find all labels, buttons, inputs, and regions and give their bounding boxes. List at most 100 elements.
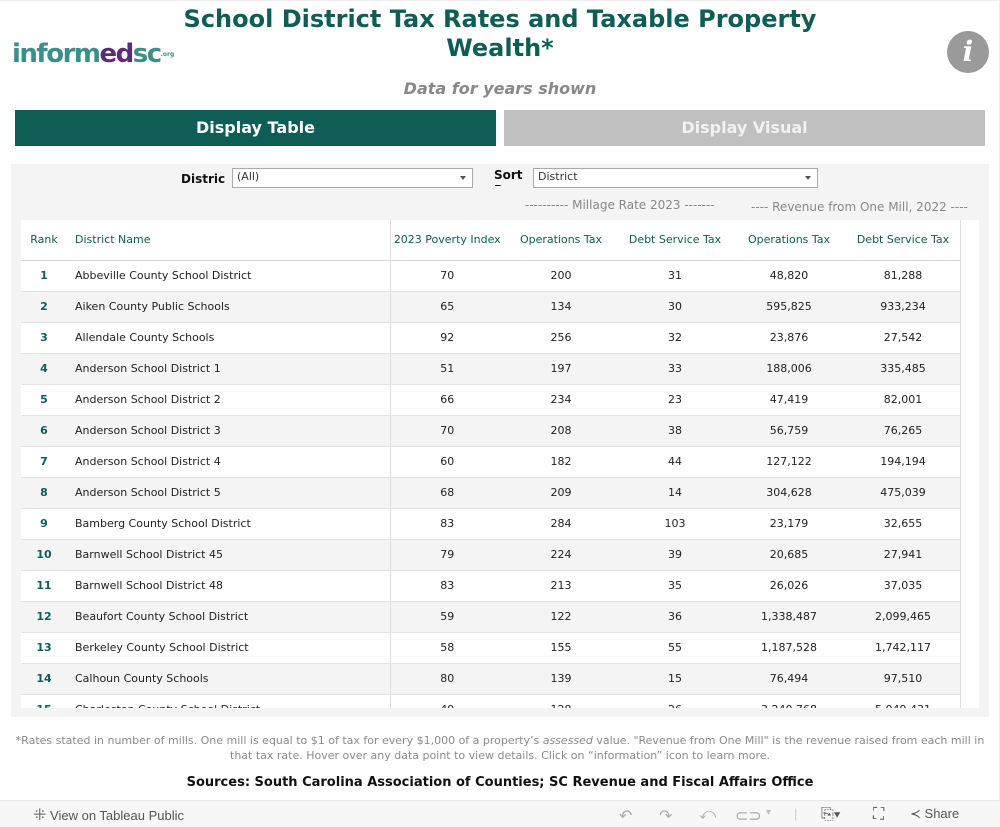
column-header-rank[interactable]: Rank: [21, 220, 67, 261]
cell-millage-debt-service-tax[interactable]: 44: [618, 446, 732, 478]
download-icon[interactable]: ⎘▾: [821, 806, 841, 824]
cell-revenue-operations-tax[interactable]: 23,179: [732, 508, 846, 540]
cell-millage-operations-tax[interactable]: 200: [504, 260, 618, 292]
column-header-revenue-operations-tax[interactable]: Operations Tax: [732, 220, 846, 261]
table-row[interactable]: 6 Anderson School District 3 70 208 38 56,759…: [21, 415, 960, 447]
cell-poverty-index[interactable]: 70: [390, 415, 504, 447]
cell-district-name[interactable]: Barnwell School District 45: [67, 539, 391, 571]
cell-millage-debt-service-tax[interactable]: 31: [618, 260, 732, 292]
sort-by-dropdown[interactable]: District: [533, 168, 818, 188]
cell-revenue-debt-service-tax[interactable]: 5,049,431: [846, 694, 960, 708]
cell-millage-debt-service-tax[interactable]: 55: [618, 632, 732, 664]
cell-revenue-operations-tax[interactable]: 3,240,768: [732, 694, 846, 708]
cell-revenue-debt-service-tax[interactable]: 37,035: [846, 570, 960, 602]
cell-poverty-index[interactable]: 60: [390, 446, 504, 478]
display-visual-button[interactable]: Display Visual: [504, 110, 985, 146]
cell-millage-debt-service-tax[interactable]: 30: [618, 291, 732, 323]
cell-millage-operations-tax[interactable]: 182: [504, 446, 618, 478]
cell-revenue-operations-tax[interactable]: 1,338,487: [732, 601, 846, 633]
table-row[interactable]: 3 Allendale County Schools 92 256 32 23,876 27…: [21, 322, 960, 354]
cell-district-name[interactable]: Anderson School District 2: [67, 384, 391, 416]
cell-millage-debt-service-tax[interactable]: 23: [618, 384, 732, 416]
cell-millage-operations-tax[interactable]: 284: [504, 508, 618, 540]
cell-rank[interactable]: 14: [21, 663, 67, 695]
cell-revenue-debt-service-tax[interactable]: 32,655: [846, 508, 960, 540]
display-table-button[interactable]: Display Table: [15, 110, 496, 146]
cell-revenue-operations-tax[interactable]: 56,759: [732, 415, 846, 447]
cell-revenue-debt-service-tax[interactable]: 335,485: [846, 353, 960, 385]
informedsc-logo[interactable]: informedsc.org: [12, 39, 174, 69]
cell-rank[interactable]: 11: [21, 570, 67, 602]
cell-millage-operations-tax[interactable]: 122: [504, 601, 618, 633]
info-icon[interactable]: i: [947, 31, 989, 73]
cell-millage-operations-tax[interactable]: 234: [504, 384, 618, 416]
cell-revenue-operations-tax[interactable]: 127,122: [732, 446, 846, 478]
table-scrollbar-track[interactable]: [961, 220, 979, 708]
cell-poverty-index[interactable]: 66: [390, 384, 504, 416]
district-filter-dropdown[interactable]: (All): [232, 168, 473, 188]
cell-revenue-debt-service-tax[interactable]: 27,542: [846, 322, 960, 354]
fullscreen-icon[interactable]: ⛶: [873, 806, 884, 824]
cell-millage-debt-service-tax[interactable]: 33: [618, 353, 732, 385]
cell-revenue-debt-service-tax[interactable]: 475,039: [846, 477, 960, 509]
cell-revenue-debt-service-tax[interactable]: 97,510: [846, 663, 960, 695]
revert-icon[interactable]: ⤺: [699, 806, 716, 824]
cell-poverty-index[interactable]: 80: [390, 663, 504, 695]
table-row[interactable]: 13 Berkeley County School District 58 155 55…: [21, 632, 960, 664]
cell-revenue-debt-service-tax[interactable]: 76,265: [846, 415, 960, 447]
cell-millage-operations-tax[interactable]: 213: [504, 570, 618, 602]
column-header-millage-operations-tax[interactable]: Operations Tax: [504, 220, 618, 261]
column-header-district-name[interactable]: District Name: [67, 220, 391, 261]
cell-district-name[interactable]: Beaufort County School District: [67, 601, 391, 633]
cell-poverty-index[interactable]: 51: [390, 353, 504, 385]
cell-district-name[interactable]: Allendale County Schools: [67, 322, 391, 354]
cell-revenue-operations-tax[interactable]: 76,494: [732, 663, 846, 695]
cell-revenue-debt-service-tax[interactable]: 27,941: [846, 539, 960, 571]
view-on-tableau-link[interactable]: ⁜ View on Tableau Public: [33, 805, 184, 825]
table-row[interactable]: 4 Anderson School District 1 51 197 33 188,00…: [21, 353, 960, 385]
cell-millage-operations-tax[interactable]: 139: [504, 663, 618, 695]
cell-poverty-index[interactable]: 83: [390, 508, 504, 540]
table-row[interactable]: 2 Aiken County Public Schools 65 134 30 595,8…: [21, 291, 960, 323]
cell-rank[interactable]: 15: [21, 694, 67, 708]
table-row[interactable]: 7 Anderson School District 4 60 182 44 127,12…: [21, 446, 960, 478]
cell-revenue-debt-service-tax[interactable]: 81,288: [846, 260, 960, 292]
cell-rank[interactable]: 13: [21, 632, 67, 664]
cell-millage-operations-tax[interactable]: 128: [504, 694, 618, 708]
table-row[interactable]: 15Charleston County School District49128…: [21, 694, 960, 708]
column-header-poverty-index[interactable]: 2023 Poverty Index: [390, 220, 504, 261]
cell-millage-debt-service-tax[interactable]: 15: [618, 663, 732, 695]
share-button[interactable]: ≺ Share: [910, 806, 959, 822]
cell-district-name[interactable]: Anderson School District 1: [67, 353, 391, 385]
cell-millage-operations-tax[interactable]: 224: [504, 539, 618, 571]
cell-poverty-index[interactable]: 58: [390, 632, 504, 664]
cell-district-name[interactable]: Barnwell School District 48: [67, 570, 391, 602]
cell-rank[interactable]: 4: [21, 353, 67, 385]
table-row[interactable]: 11 Barnwell School District 48 83 213 35 26,0…: [21, 570, 960, 602]
cell-revenue-debt-service-tax[interactable]: 2,099,465: [846, 601, 960, 633]
table-row[interactable]: 9 Bamberg County School District 83 284 103 2…: [21, 508, 960, 540]
cell-revenue-debt-service-tax[interactable]: 82,001: [846, 384, 960, 416]
cell-millage-debt-service-tax[interactable]: 32: [618, 322, 732, 354]
cell-millage-debt-service-tax[interactable]: 36: [618, 601, 732, 633]
cell-revenue-debt-service-tax[interactable]: 1,742,117: [846, 632, 960, 664]
cell-millage-operations-tax[interactable]: 208: [504, 415, 618, 447]
table-row[interactable]: 14 Calhoun County Schools 80 139 15 76,494 97,…: [21, 663, 960, 695]
cell-millage-operations-tax[interactable]: 256: [504, 322, 618, 354]
cell-millage-debt-service-tax[interactable]: 39: [618, 539, 732, 571]
cell-district-name[interactable]: Bamberg County School District: [67, 508, 391, 540]
cell-millage-operations-tax[interactable]: 134: [504, 291, 618, 323]
cell-revenue-debt-service-tax[interactable]: 194,194: [846, 446, 960, 478]
cell-revenue-debt-service-tax[interactable]: 933,234: [846, 291, 960, 323]
cell-millage-debt-service-tax[interactable]: 103: [618, 508, 732, 540]
cell-rank[interactable]: 12: [21, 601, 67, 633]
cell-poverty-index[interactable]: 68: [390, 477, 504, 509]
cell-revenue-operations-tax[interactable]: 304,628: [732, 477, 846, 509]
cell-rank[interactable]: 9: [21, 508, 67, 540]
cell-district-name[interactable]: Anderson School District 3: [67, 415, 391, 447]
column-header-millage-debt-service-tax[interactable]: Debt Service Tax: [618, 220, 732, 261]
cell-poverty-index[interactable]: 49: [390, 694, 504, 708]
cell-rank[interactable]: 7: [21, 446, 67, 478]
cell-millage-operations-tax[interactable]: 209: [504, 477, 618, 509]
table-row[interactable]: 10 Barnwell School District 45 79 224 39 20,6…: [21, 539, 960, 571]
